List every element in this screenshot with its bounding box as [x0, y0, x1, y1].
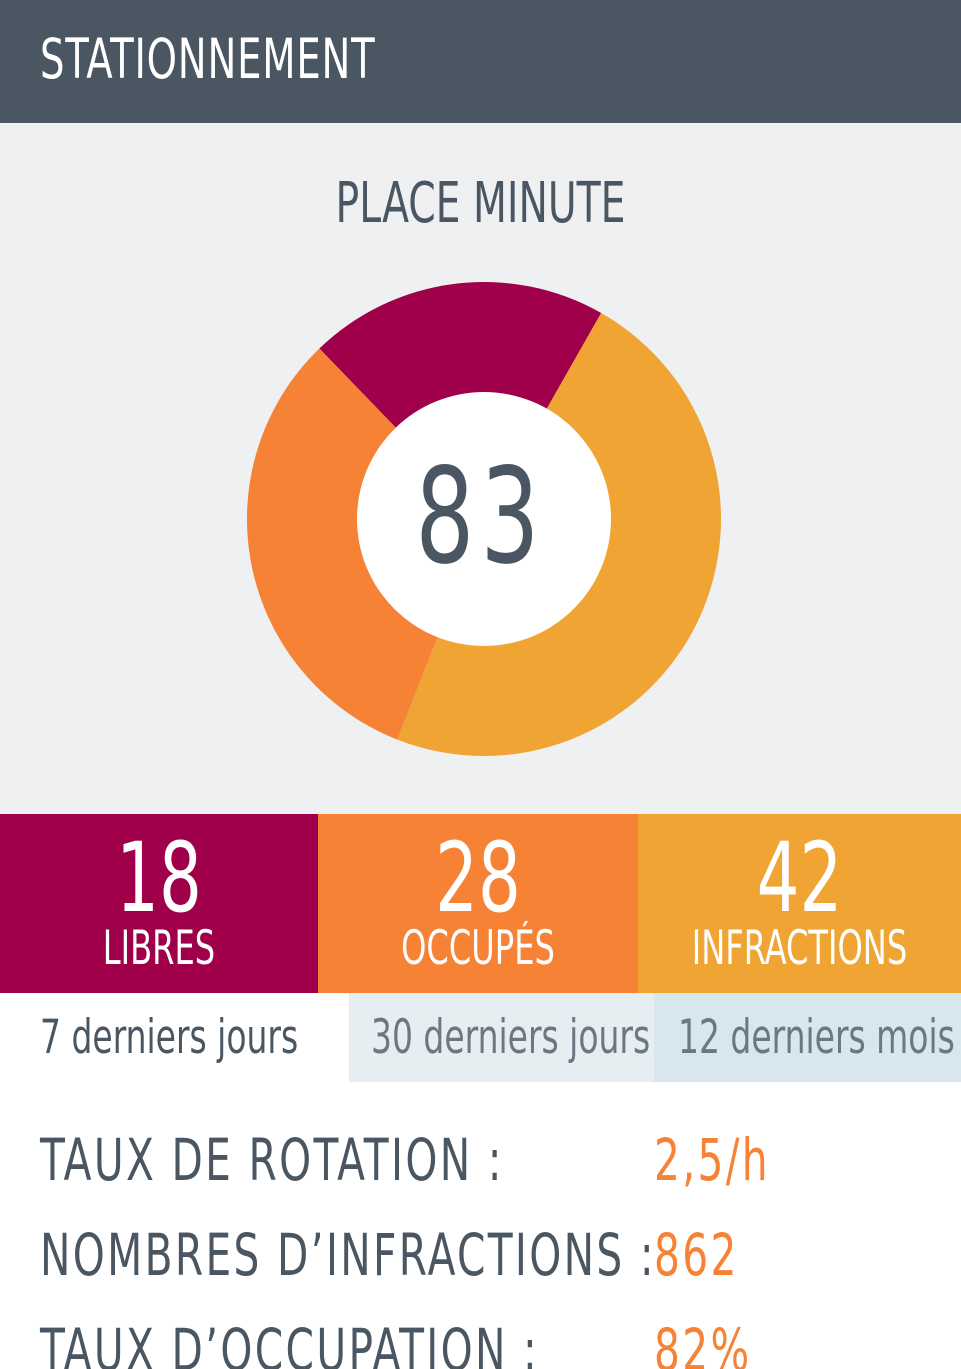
metric-value-infractions: 862: [654, 1221, 739, 1289]
stat-infractions: 42 INFRACTIONS: [638, 814, 961, 993]
stat-label: OCCUPÉS: [401, 921, 555, 976]
page-title: STATIONNEMENT: [40, 27, 376, 91]
stat-value: 28: [435, 822, 521, 934]
metric-label-infractions: NOMBRES D’INFRACTIONS :: [40, 1221, 656, 1289]
metric-label-rotation: TAUX DE ROTATION :: [40, 1126, 504, 1194]
metric-label-occupation: TAUX D’OCCUPATION :: [40, 1316, 540, 1369]
stat-label: INFRACTIONS: [691, 921, 908, 976]
stat-libres: 18 LIBRES: [0, 814, 318, 993]
tab-30-days[interactable]: 30 derniers jours: [349, 993, 654, 1082]
tab-label: 7 derniers jours: [40, 1010, 299, 1065]
stat-value: 42: [756, 822, 843, 934]
metric-value-occupation: 82%: [654, 1316, 752, 1369]
metrics-list: TAUX DE ROTATION : 2,5/h NOMBRES D’INFRA…: [0, 1082, 961, 1369]
chart-panel: PLACE MINUTE 83: [0, 123, 961, 814]
tab-12-months[interactable]: 12 derniers mois: [654, 993, 961, 1082]
donut-center-value: 83: [415, 440, 546, 594]
header-bar: STATIONNEMENT: [0, 0, 961, 123]
stat-occupes: 28 OCCUPÉS: [318, 814, 638, 993]
tab-label: 12 derniers mois: [678, 1010, 955, 1065]
period-tabs: 7 derniers jours 30 derniers jours 12 de…: [0, 993, 961, 1082]
stat-value: 18: [116, 822, 202, 934]
tab-7-days[interactable]: 7 derniers jours: [0, 993, 349, 1082]
dashboard-card: STATIONNEMENT PLACE MINUTE 83 18 LIBRES …: [0, 0, 961, 1369]
metric-value-rotation: 2,5/h: [654, 1126, 770, 1194]
tab-label: 30 derniers jours: [371, 1010, 651, 1065]
stats-row: 18 LIBRES 28 OCCUPÉS 42 INFRACTIONS: [0, 814, 961, 993]
stat-label: LIBRES: [102, 921, 216, 976]
